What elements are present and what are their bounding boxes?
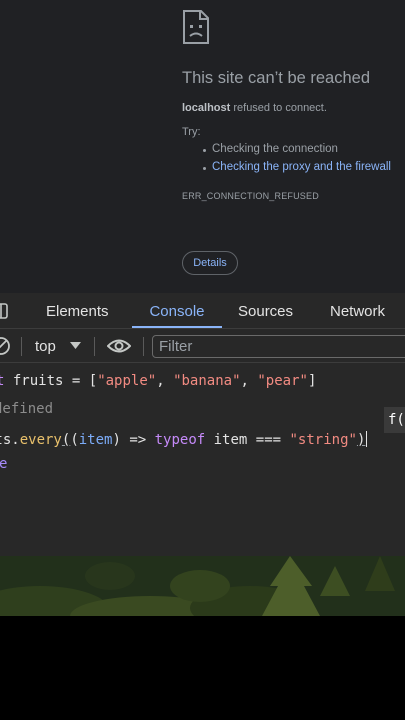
code-paren: )	[112, 432, 121, 448]
code-paren: )	[356, 432, 366, 448]
tab-network[interactable]: Network	[330, 293, 385, 328]
code-comma: ,	[240, 373, 258, 389]
chevron-down-icon[interactable]	[70, 342, 81, 350]
tab-elements[interactable]: Elements	[46, 293, 109, 328]
error-title: This site can’t be reached	[182, 69, 371, 87]
error-message-text: refused to connect.	[230, 102, 327, 114]
console-input-line[interactable]: its.every((item) => typeof item === "str…	[0, 431, 368, 448]
suggestion-check-connection: Checking the connection	[203, 143, 338, 155]
forest-trees-illustration	[0, 556, 405, 616]
console-input-line: t fruits = ["apple", "banana", "pear"]	[0, 373, 316, 389]
eye-icon[interactable]	[107, 337, 131, 355]
forest-background-image	[0, 556, 405, 616]
error-host: localhost	[182, 102, 231, 114]
code-method: every	[19, 432, 62, 448]
error-message: localhost refused to connect.	[182, 102, 327, 114]
device-toolbar-icon[interactable]	[0, 303, 8, 319]
code-arrow: =>	[120, 432, 155, 448]
code-param: item	[78, 432, 113, 448]
code-string: "banana"	[173, 373, 241, 389]
text-cursor	[366, 431, 368, 447]
tab-sources[interactable]: Sources	[238, 293, 293, 328]
console-toolbar: top	[0, 329, 405, 363]
devtools-tab-bar: Elements Console Sources Network	[0, 293, 405, 329]
code-string: "apple"	[97, 373, 157, 389]
code-keyword: typeof	[154, 432, 206, 448]
context-selector[interactable]: top	[35, 329, 56, 362]
error-page: This site can’t be reached localhost ref…	[0, 0, 405, 293]
clear-console-icon[interactable]	[0, 336, 11, 356]
code-bracket: ]	[307, 373, 317, 389]
error-code: ERR_CONNECTION_REFUSED	[182, 191, 319, 201]
code-object: its.	[0, 432, 20, 448]
suggestion-check-proxy-firewall-link[interactable]: Checking the proxy and the firewall	[203, 161, 391, 173]
code-string: "string"	[289, 432, 357, 448]
details-button[interactable]: Details	[182, 251, 238, 275]
code-expression: item ===	[205, 432, 290, 448]
devtools-panel: Elements Console Sources Network top t f…	[0, 293, 405, 556]
code-string: "pear"	[257, 373, 308, 389]
code-comma: ,	[156, 373, 174, 389]
filter-input[interactable]	[152, 335, 405, 358]
toolbar-divider	[143, 337, 144, 356]
toolbar-divider	[94, 337, 95, 356]
code-bracket: [	[88, 373, 98, 389]
console-prompt-fragment: e	[0, 456, 8, 472]
bottom-letterbox	[0, 616, 405, 720]
tab-console[interactable]: Console	[132, 293, 222, 328]
code-paren: (	[70, 432, 79, 448]
autocomplete-hint[interactable]: f(p	[384, 407, 405, 433]
try-label: Try:	[182, 126, 201, 138]
code-operator: =	[63, 373, 89, 389]
console-output[interactable]: t fruits = ["apple", "banana", "pear"] d…	[0, 363, 405, 556]
console-result: defined	[0, 401, 54, 417]
toolbar-divider	[21, 337, 22, 356]
code-variable: fruits	[4, 373, 64, 389]
sad-document-icon	[183, 10, 209, 44]
